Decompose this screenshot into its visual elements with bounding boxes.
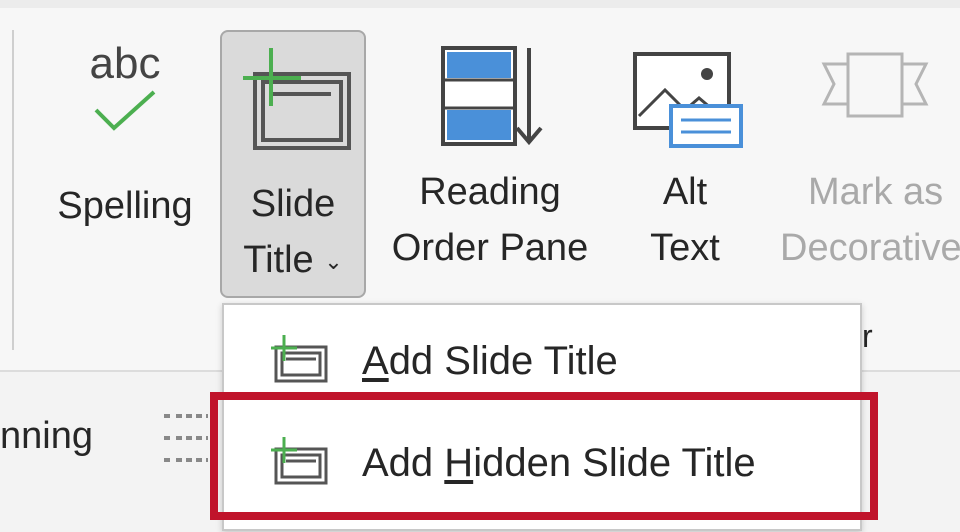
slide-title-label-text: Title	[243, 239, 314, 281]
spelling-button[interactable]: abc Spelling	[40, 40, 210, 270]
spelling-icon-text: abc	[89, 39, 161, 88]
reading-order-label-line1: Reading	[419, 171, 561, 213]
alt-text-label-line1: Alt	[662, 171, 708, 213]
chevron-down-icon: ⌄	[324, 248, 343, 274]
add-hidden-prefix: Add	[362, 440, 445, 485]
mnemonic-h: H	[444, 440, 474, 485]
add-hidden-slide-title-icon	[266, 435, 346, 492]
add-slide-title-text: dd Slide Title	[388, 338, 618, 383]
reading-order-label-line2: Order Pane	[391, 227, 589, 269]
slide-title-label-line1: Slide	[250, 183, 336, 225]
spelling-label: Spelling	[57, 185, 193, 227]
slide-title-label-line2: Title ⌄	[222, 232, 364, 290]
alt-text-button[interactable]: Alt Text	[620, 40, 750, 280]
menu-item-add-slide-title[interactable]: Add Slide Title	[224, 311, 860, 411]
checkmark-icon	[94, 90, 156, 131]
slide-title-icon	[243, 48, 351, 150]
add-hidden-slide-title-label: Add Hidden Slide Title	[362, 441, 756, 486]
list-icon	[164, 414, 208, 462]
slide-title-dropdown-menu: Add Slide Title Add Hidden Slide Title	[222, 303, 862, 531]
group-label-fragment: r	[862, 318, 873, 354]
group-separator	[12, 30, 14, 350]
decorative-label-line1: Mark as	[808, 171, 944, 213]
slide-title-button[interactable]: Slide Title ⌄	[220, 30, 366, 298]
reading-order-icon	[441, 46, 543, 146]
ribbon-top-edge	[0, 0, 960, 8]
decorative-ribbon-icon	[821, 52, 929, 118]
alt-text-label-line2: Text	[650, 227, 720, 269]
add-slide-title-icon	[266, 333, 346, 390]
mark-as-decorative-button[interactable]: Mark as Decorative	[770, 40, 960, 280]
decorative-label-line2: Decorative	[780, 227, 960, 269]
menu-item-add-hidden-slide-title[interactable]: Add Hidden Slide Title	[224, 413, 860, 513]
reading-order-pane-button[interactable]: Reading Order Pane	[380, 40, 600, 280]
left-group-label-fragment: nning	[0, 415, 93, 457]
add-hidden-text: idden Slide Title	[473, 440, 756, 485]
spelling-icon: abc	[40, 40, 210, 150]
alt-text-icon	[633, 52, 743, 148]
add-slide-title-label: Add Slide Title	[362, 339, 618, 384]
mnemonic-a: A	[362, 338, 389, 383]
